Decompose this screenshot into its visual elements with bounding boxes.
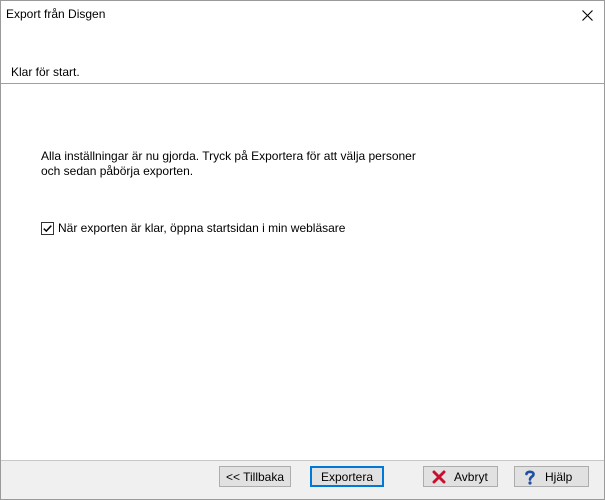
window-title: Export från Disgen [6,7,106,21]
export-dialog: Export från Disgen Klar för start. Alla … [0,0,605,500]
export-button[interactable]: Exportera [310,466,384,487]
content-panel: Alla inställningar är nu gjorda. Tryck p… [1,85,604,460]
title-bar: Export från Disgen [1,1,604,29]
description-line-1: Alla inställningar är nu gjorda. Tryck p… [41,149,416,163]
help-question-icon [523,469,537,485]
close-icon [581,9,593,21]
help-button-label: Hjälp [545,469,573,484]
description-text: Alla inställningar är nu gjorda. Tryck p… [41,149,441,179]
open-browser-option[interactable]: När exporten är klar, öppna startsidan i… [41,221,345,235]
button-bar: << Tillbaka Exportera Avbryt Hjälp [1,461,604,499]
cancel-x-icon [432,470,446,484]
help-button[interactable]: Hjälp [514,466,589,487]
close-button[interactable] [570,1,604,29]
cancel-button-label: Avbryt [454,469,488,484]
export-button-label: Exportera [320,469,374,484]
checkmark-icon [43,224,52,232]
description-line-2: och sedan påbörja exporten. [41,164,194,178]
cancel-button[interactable]: Avbryt [423,466,498,487]
open-browser-checkbox[interactable] [41,221,54,235]
header-panel: Klar för start. [1,29,604,83]
back-button[interactable]: << Tillbaka [219,466,291,487]
status-text: Klar för start. [11,65,80,79]
open-browser-label[interactable]: När exporten är klar, öppna startsidan i… [58,221,345,235]
back-button-label: << Tillbaka [225,469,285,484]
